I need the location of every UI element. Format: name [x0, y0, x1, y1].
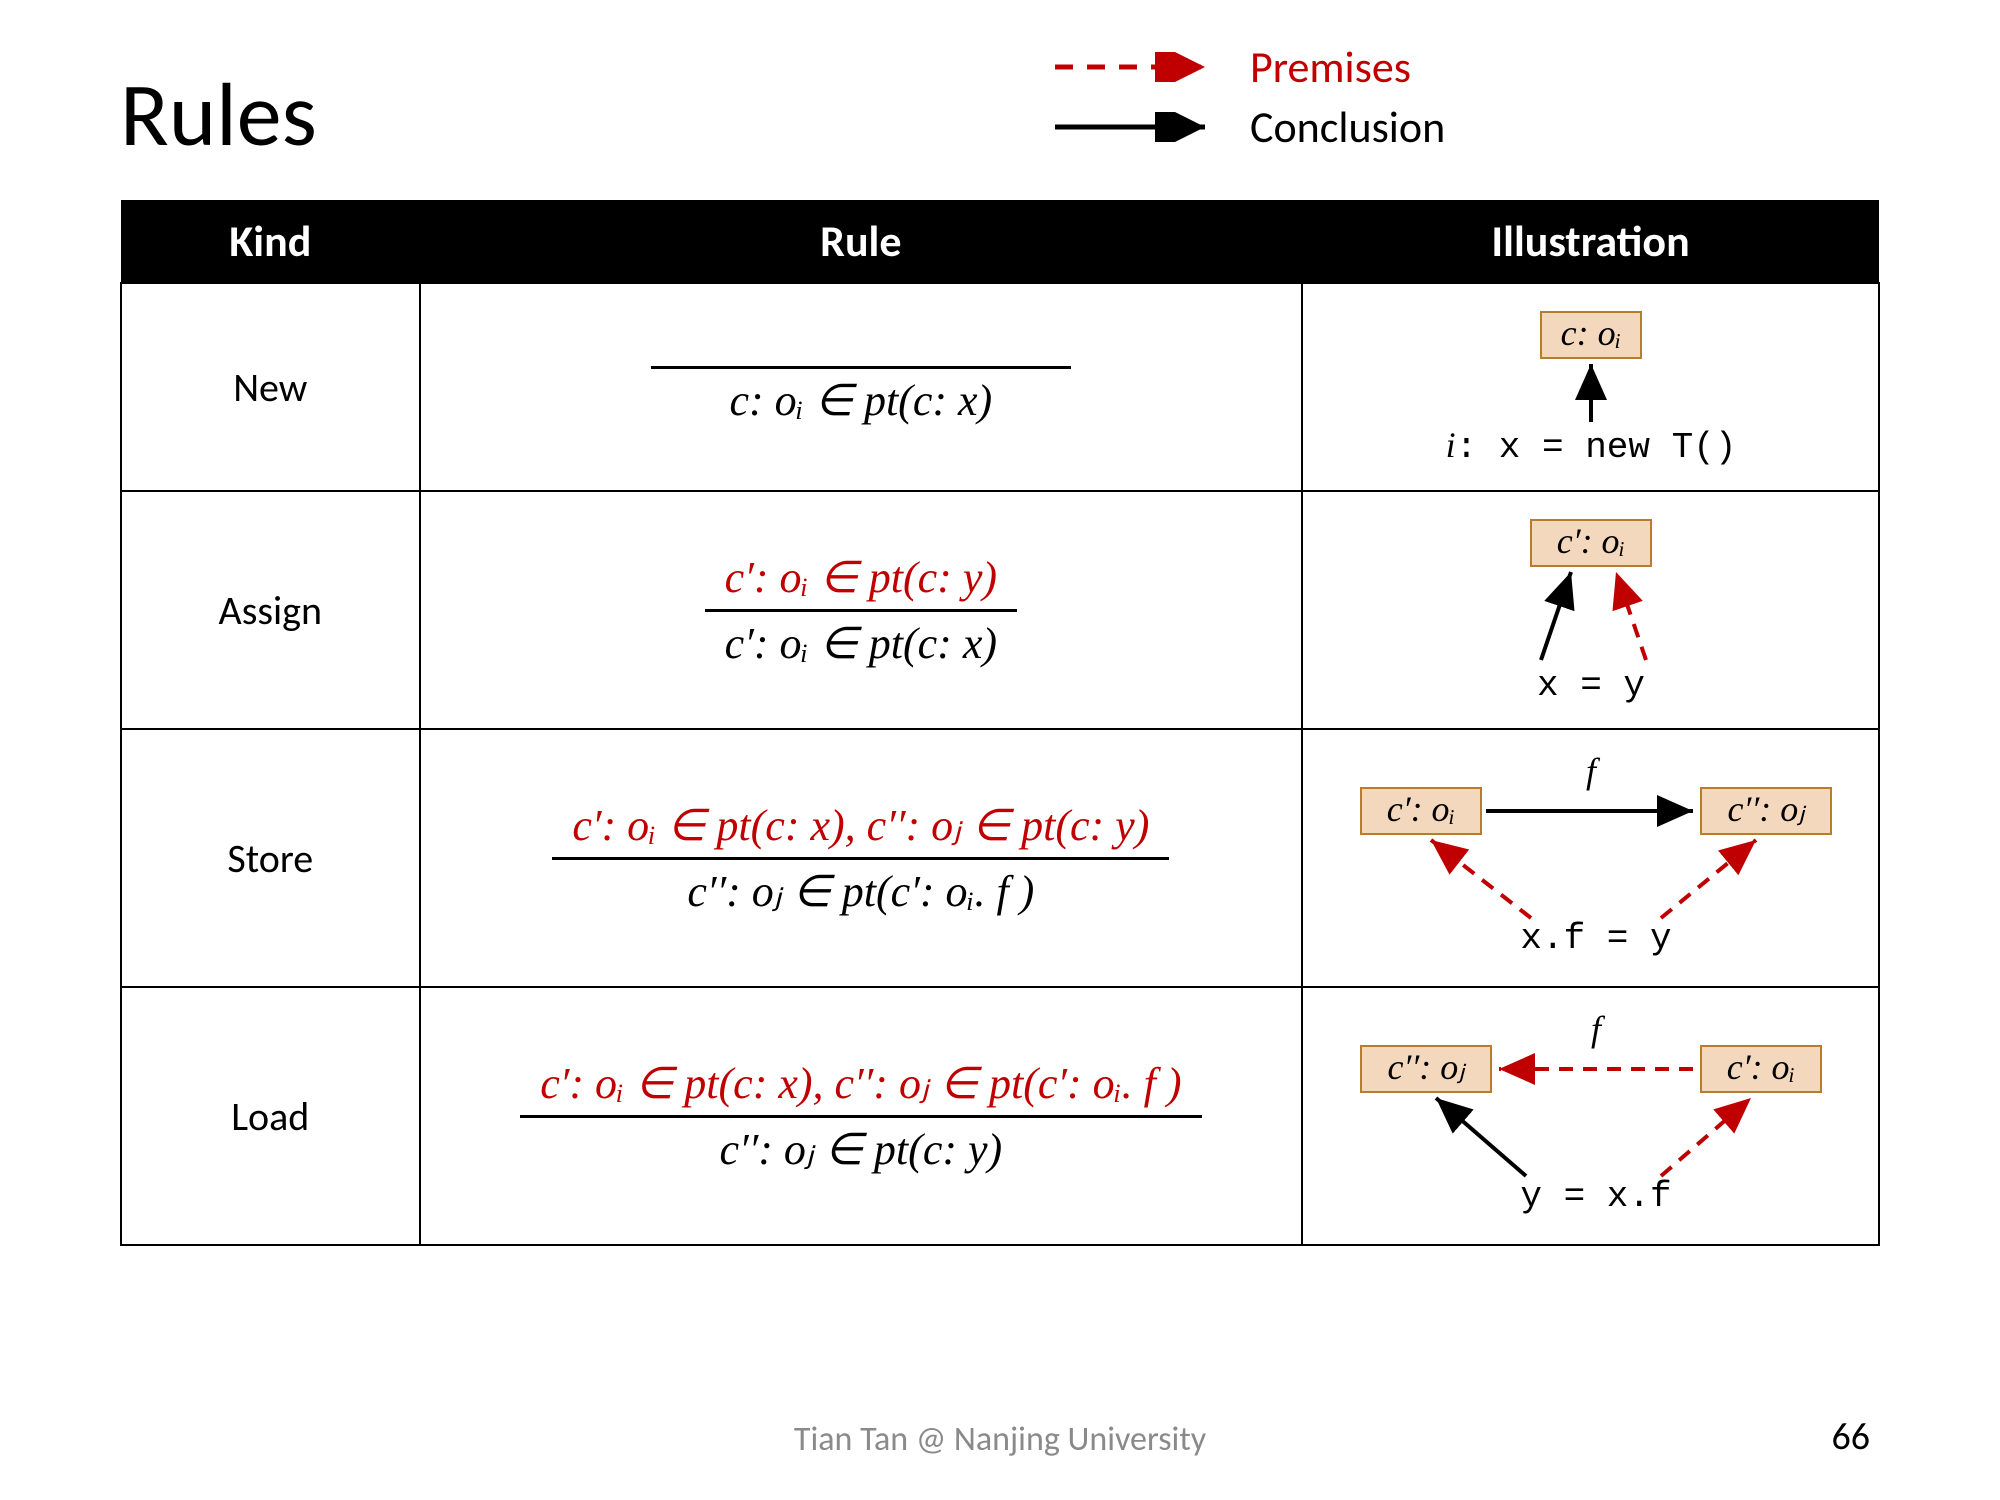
- code-text: x = y: [1537, 665, 1645, 706]
- page-number: 66: [1831, 1414, 1870, 1460]
- rule-assign: c′: oᵢ ∈ pt(c: y) c′: oᵢ ∈ pt(c: x): [420, 491, 1303, 729]
- code-text: x.f = y: [1520, 918, 1671, 959]
- table-header-row: Kind Rule Illustration: [121, 200, 1879, 283]
- kind-store: Store: [121, 729, 420, 987]
- obj1-label: c′′: oⱼ: [1387, 1047, 1467, 1087]
- premise-text: c′: oᵢ ∈ pt(c: x), c′′: oⱼ ∈ pt(c: y): [552, 800, 1169, 860]
- legend-conclusion: Conclusion: [1050, 100, 1445, 154]
- conclusion-text: c′: oᵢ ∈ pt(c: x): [705, 612, 1017, 669]
- obj2-label: c′: oᵢ: [1726, 1047, 1795, 1087]
- conclusion-text: c: oᵢ ∈ pt(c: x): [651, 369, 1071, 426]
- premise-text: c′: oᵢ ∈ pt(c: x), c′′: oⱼ ∈ pt(c′: oᵢ. …: [520, 1058, 1201, 1118]
- illus-store: c′: oᵢ c′′: oⱼ f x.f = y: [1302, 729, 1879, 987]
- page-title: Rules: [120, 60, 1880, 170]
- diagram-assign: c′: oᵢ x = y: [1381, 510, 1801, 710]
- diagram-store: c′: oᵢ c′′: oⱼ f x.f = y: [1331, 748, 1851, 968]
- th-kind: Kind: [121, 200, 420, 283]
- edge-label: f: [1586, 751, 1601, 791]
- illus-load: c′′: oⱼ c′: oᵢ f y = x.f: [1302, 987, 1879, 1245]
- obj-label: c′: oᵢ: [1556, 521, 1625, 561]
- diagram-new: c: oᵢ i: x = new T(): [1381, 302, 1801, 472]
- legend-premises: Premises: [1050, 40, 1445, 94]
- th-illus: Illustration: [1302, 200, 1879, 283]
- rule-load: c′: oᵢ ∈ pt(c: x), c′′: oⱼ ∈ pt(c′: oᵢ. …: [420, 987, 1303, 1245]
- edge-label: f: [1591, 1009, 1606, 1049]
- kind-new: New: [121, 283, 420, 491]
- premise-text: c′: oᵢ ∈ pt(c: y): [705, 552, 1017, 612]
- rule-new: c: oᵢ ∈ pt(c: x): [420, 283, 1303, 491]
- premise-empty: [651, 348, 1071, 369]
- table-row: Store c′: oᵢ ∈ pt(c: x), c′′: oⱼ ∈ pt(c:…: [121, 729, 1879, 987]
- legend: Premises Conclusion: [1050, 40, 1445, 160]
- inference-rule: c′: oᵢ ∈ pt(c: x), c′′: oⱼ ∈ pt(c: y) c′…: [552, 800, 1169, 917]
- solid-arrow-icon: [1050, 112, 1220, 142]
- slide: Rules Premises Co: [0, 0, 2000, 1500]
- illus-assign: c′: oᵢ x = y: [1302, 491, 1879, 729]
- legend-premises-label: Premises: [1250, 40, 1411, 94]
- footer-text: Tian Tan @ Nanjing University: [0, 1419, 2000, 1460]
- table-row: Load c′: oᵢ ∈ pt(c: x), c′′: oⱼ ∈ pt(c′:…: [121, 987, 1879, 1245]
- inference-rule: c: oᵢ ∈ pt(c: x): [651, 348, 1071, 426]
- obj-label: c: oᵢ: [1560, 313, 1621, 353]
- diagram-load: c′′: oⱼ c′: oᵢ f y = x.f: [1331, 1006, 1851, 1226]
- dashed-arrow-icon: [1050, 52, 1220, 82]
- kind-assign: Assign: [121, 491, 420, 729]
- th-rule: Rule: [420, 200, 1303, 283]
- inference-rule: c′: oᵢ ∈ pt(c: y) c′: oᵢ ∈ pt(c: x): [705, 552, 1017, 669]
- table-row: Assign c′: oᵢ ∈ pt(c: y) c′: oᵢ ∈ pt(c: …: [121, 491, 1879, 729]
- table-row: New c: oᵢ ∈ pt(c: x) c: oᵢ: [121, 283, 1879, 491]
- inference-rule: c′: oᵢ ∈ pt(c: x), c′′: oⱼ ∈ pt(c′: oᵢ. …: [520, 1058, 1201, 1175]
- code-text: y = x.f: [1520, 1176, 1671, 1217]
- illus-new: c: oᵢ i: x = new T(): [1302, 283, 1879, 491]
- obj2-label: c′′: oⱼ: [1727, 789, 1807, 829]
- rule-store: c′: oᵢ ∈ pt(c: x), c′′: oⱼ ∈ pt(c: y) c′…: [420, 729, 1303, 987]
- conclusion-text: c′′: oⱼ ∈ pt(c′: oᵢ. f ): [552, 860, 1169, 917]
- conclusion-text: c′′: oⱼ ∈ pt(c: y): [520, 1118, 1201, 1175]
- code-text: i: x = new T(): [1445, 425, 1736, 468]
- legend-conclusion-label: Conclusion: [1250, 100, 1445, 154]
- rules-table: Kind Rule Illustration New c: oᵢ ∈ pt(c:…: [120, 200, 1880, 1246]
- obj1-label: c′: oᵢ: [1386, 789, 1455, 829]
- kind-load: Load: [121, 987, 420, 1245]
